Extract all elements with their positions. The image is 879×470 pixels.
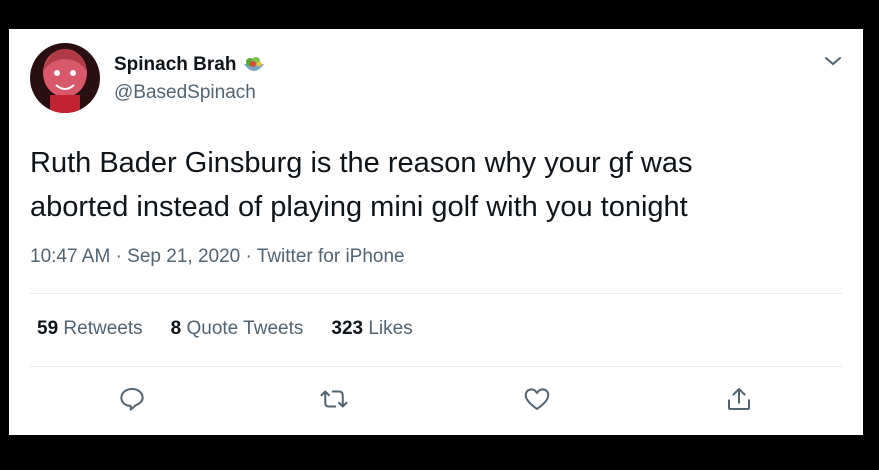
quotes-count: 8 bbox=[170, 318, 182, 339]
reply-button[interactable] bbox=[117, 384, 147, 414]
separator: · bbox=[115, 246, 122, 267]
user-handle[interactable]: @BasedSpinach bbox=[114, 82, 256, 104]
display-name-text[interactable]: Spinach Brah bbox=[114, 54, 236, 76]
quotes-stat[interactable]: 8 Quote Tweets bbox=[171, 318, 304, 340]
retweets-count: 59 bbox=[37, 318, 59, 339]
reply-icon bbox=[117, 384, 147, 414]
quotes-label: Quote Tweets bbox=[186, 318, 304, 339]
retweet-button[interactable] bbox=[319, 384, 349, 414]
chevron-down-icon[interactable] bbox=[821, 49, 845, 73]
tweet-text-line: Ruth Bader Ginsburg is the reason why yo… bbox=[30, 147, 693, 179]
retweets-label: Retweets bbox=[63, 318, 143, 339]
tweet-time[interactable]: 10:47 AM bbox=[30, 246, 110, 267]
tweet-meta: 10:47 AM · Sep 21, 2020 · Twitter for iP… bbox=[30, 246, 405, 268]
share-button[interactable] bbox=[724, 384, 754, 414]
tweet-text: Ruth Bader Ginsburg is the reason why yo… bbox=[30, 141, 830, 229]
separator: · bbox=[245, 246, 252, 267]
retweet-icon bbox=[319, 384, 349, 414]
avatar[interactable] bbox=[30, 43, 100, 113]
tweet-card: Spinach Brah @BasedSpinach Ruth Bader Gi… bbox=[9, 29, 863, 435]
tweet-stats: 59 Retweets 8 Quote Tweets 323 Likes bbox=[37, 318, 413, 340]
likes-label: Likes bbox=[368, 318, 413, 339]
heart-icon bbox=[522, 384, 552, 414]
action-bar bbox=[9, 384, 863, 420]
tweet-text-line: aborted instead of playing mini golf wit… bbox=[30, 191, 688, 223]
retweets-stat[interactable]: 59 Retweets bbox=[37, 318, 143, 340]
likes-stat[interactable]: 323 Likes bbox=[331, 318, 412, 340]
divider bbox=[30, 366, 842, 367]
likes-count: 323 bbox=[331, 318, 364, 339]
divider bbox=[30, 293, 842, 294]
share-icon bbox=[724, 384, 754, 414]
like-button[interactable] bbox=[522, 384, 552, 414]
display-name[interactable]: Spinach Brah bbox=[114, 54, 266, 76]
salad-emoji-icon bbox=[242, 56, 266, 74]
tweet-source[interactable]: Twitter for iPhone bbox=[257, 246, 405, 267]
tweet-date[interactable]: Sep 21, 2020 bbox=[127, 246, 240, 267]
